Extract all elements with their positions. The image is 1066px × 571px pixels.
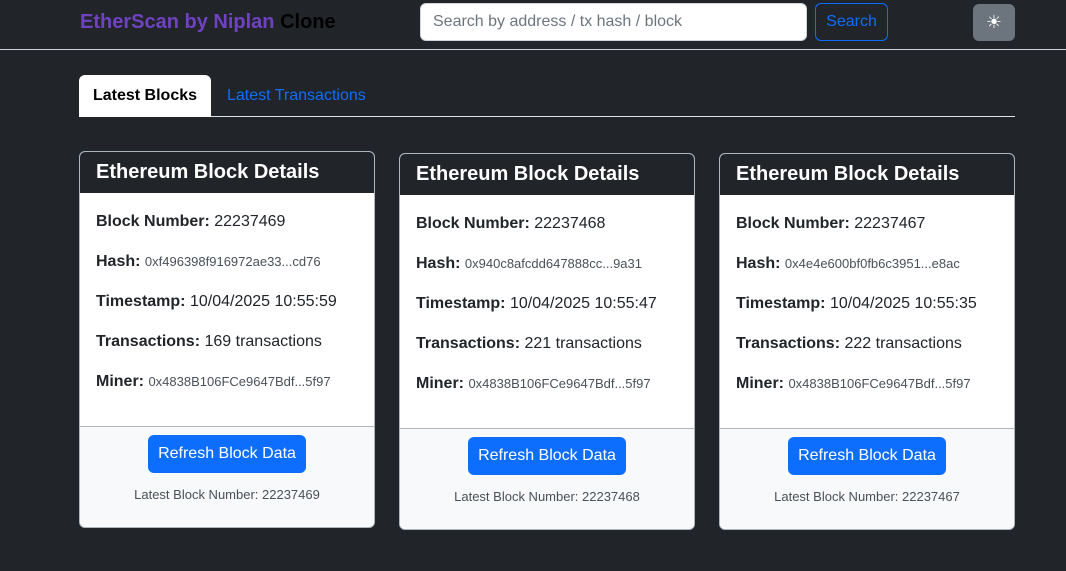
miner-value: 0x4838B106FCe9647Bdf...5f97 — [468, 376, 651, 391]
miner-row: Miner: 0x4838B106FCe9647Bdf...5f97 — [416, 375, 651, 393]
tab-latest-transactions[interactable]: Latest Transactions — [227, 75, 366, 117]
sun-icon: ☀ — [985, 12, 1003, 32]
timestamp-row: Timestamp: 10/04/2025 10:55:47 — [416, 295, 657, 313]
miner-value: 0x4838B106FCe9647Bdf...5f97 — [788, 376, 971, 391]
transactions-label: Transactions: — [96, 333, 201, 350]
timestamp-value: 10/04/2025 10:55:59 — [189, 293, 337, 310]
miner-label: Miner: — [416, 375, 464, 392]
refresh-block-data-button[interactable]: Refresh Block Data — [468, 437, 626, 475]
timestamp-label: Timestamp: — [416, 295, 506, 312]
miner-row: Miner: 0x4838B106FCe9647Bdf...5f97 — [736, 375, 971, 393]
hash-label: Hash: — [96, 253, 141, 270]
brand-logo[interactable]: EtherScan by Niplan Clone — [80, 11, 336, 34]
navbar: EtherScan by Niplan Clone Search ☀ — [0, 0, 1066, 50]
timestamp-label: Timestamp: — [96, 293, 186, 310]
transactions-value: 222 transactions — [844, 335, 962, 352]
brand-suffix: Clone — [280, 11, 336, 33]
tab-bar: Latest Blocks Latest Transactions — [79, 75, 1015, 117]
search-button[interactable]: Search — [815, 3, 888, 41]
miner-value: 0x4838B106FCe9647Bdf...5f97 — [148, 374, 331, 389]
card-title: Ethereum Block Details — [80, 152, 374, 193]
card-body: Block Number: 22237468 Hash: 0x940c8afcd… — [400, 195, 694, 428]
block-number-row: Block Number: 22237468 — [416, 215, 605, 233]
latest-block-number: Latest Block Number: 22237468 — [454, 489, 640, 504]
brand-name: EtherScan by Niplan — [80, 11, 275, 33]
block-number-value: 22237467 — [854, 215, 926, 232]
block-number-label: Block Number: — [96, 213, 210, 230]
hash-value: 0x4e4e600bf0fb6c3951...e8ac — [784, 256, 960, 271]
miner-label: Miner: — [96, 373, 144, 390]
card-footer: Refresh Block Data Latest Block Number: … — [400, 428, 694, 529]
block-number-value: 22237468 — [534, 215, 606, 232]
hash-label: Hash: — [416, 255, 461, 272]
block-card: Ethereum Block Details Block Number: 222… — [719, 153, 1015, 530]
transactions-row: Transactions: 169 transactions — [96, 333, 322, 351]
block-number-row: Block Number: 22237469 — [96, 213, 285, 231]
block-card: Ethereum Block Details Block Number: 222… — [79, 151, 375, 528]
miner-row: Miner: 0x4838B106FCe9647Bdf...5f97 — [96, 373, 331, 391]
transactions-value: 169 transactions — [204, 333, 322, 350]
transactions-label: Transactions: — [416, 335, 521, 352]
tab-latest-blocks[interactable]: Latest Blocks — [79, 75, 211, 117]
refresh-block-data-button[interactable]: Refresh Block Data — [788, 437, 946, 475]
hash-value: 0x940c8afcdd647888cc...9a31 — [464, 256, 642, 271]
hash-row: Hash: 0x4e4e600bf0fb6c3951...e8ac — [736, 255, 960, 273]
transactions-row: Transactions: 221 transactions — [416, 335, 642, 353]
block-number-label: Block Number: — [416, 215, 530, 232]
hash-value: 0xf496398f916972ae33...cd76 — [144, 254, 321, 269]
timestamp-value: 10/04/2025 10:55:35 — [829, 295, 977, 312]
timestamp-row: Timestamp: 10/04/2025 10:55:59 — [96, 293, 337, 311]
block-card: Ethereum Block Details Block Number: 222… — [399, 153, 695, 530]
hash-row: Hash: 0x940c8afcdd647888cc...9a31 — [416, 255, 642, 273]
card-footer: Refresh Block Data Latest Block Number: … — [80, 426, 374, 527]
timestamp-row: Timestamp: 10/04/2025 10:55:35 — [736, 295, 977, 313]
card-title: Ethereum Block Details — [720, 154, 1014, 195]
card-title: Ethereum Block Details — [400, 154, 694, 195]
latest-block-number: Latest Block Number: 22237469 — [134, 487, 320, 502]
timestamp-label: Timestamp: — [736, 295, 826, 312]
block-number-value: 22237469 — [214, 213, 286, 230]
transactions-label: Transactions: — [736, 335, 841, 352]
latest-block-number: Latest Block Number: 22237467 — [774, 489, 960, 504]
block-number-label: Block Number: — [736, 215, 850, 232]
timestamp-value: 10/04/2025 10:55:47 — [509, 295, 657, 312]
block-number-row: Block Number: 22237467 — [736, 215, 925, 233]
card-body: Block Number: 22237467 Hash: 0x4e4e600bf… — [720, 195, 1014, 428]
transactions-row: Transactions: 222 transactions — [736, 335, 962, 353]
card-footer: Refresh Block Data Latest Block Number: … — [720, 428, 1014, 529]
hash-row: Hash: 0xf496398f916972ae33...cd76 — [96, 253, 321, 271]
transactions-value: 221 transactions — [524, 335, 642, 352]
hash-label: Hash: — [736, 255, 781, 272]
search-input[interactable] — [420, 3, 807, 41]
card-body: Block Number: 22237469 Hash: 0xf496398f9… — [80, 193, 374, 426]
theme-toggle-button[interactable]: ☀ — [973, 4, 1015, 41]
miner-label: Miner: — [736, 375, 784, 392]
refresh-block-data-button[interactable]: Refresh Block Data — [148, 435, 306, 473]
